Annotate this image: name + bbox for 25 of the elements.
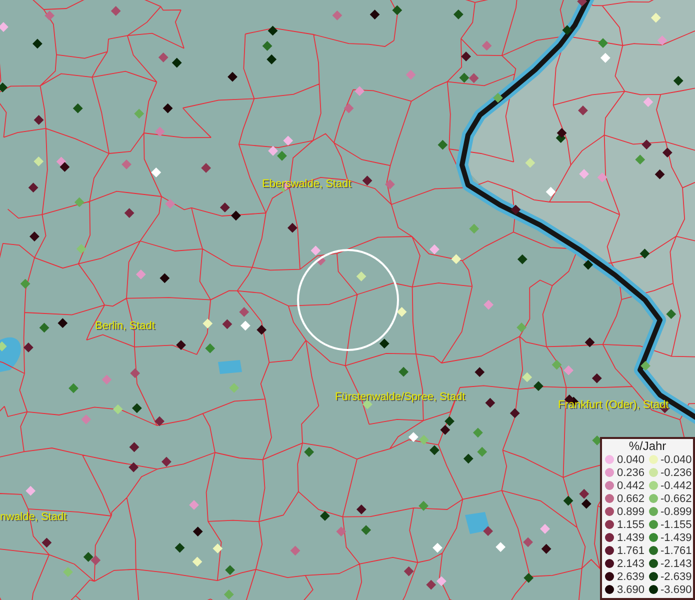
legend-value: 0.236: [617, 466, 645, 478]
legend-value: -1.439: [660, 532, 692, 544]
legend-title: %/Jahr: [628, 439, 668, 453]
legend-value: -2.639: [660, 570, 692, 582]
legend-value: 3.690: [617, 584, 645, 596]
legend-value: 0.662: [617, 492, 645, 504]
map-drawing[interactable]: [0, 0, 695, 600]
legend-value: 2.143: [617, 558, 645, 570]
legend-value: -0.040: [660, 454, 692, 466]
legend-value: 0.442: [617, 480, 645, 492]
legend-value: -0.899: [660, 506, 692, 518]
legend-value: 0.040: [617, 454, 645, 466]
legend-value: 0.899: [617, 506, 645, 518]
legend-value: -3.690: [660, 584, 692, 596]
legend-value: 2.639: [617, 570, 645, 582]
legend-value: -1.155: [660, 518, 692, 530]
legend-value: 1.761: [617, 544, 645, 556]
legend-value: 1.439: [617, 532, 645, 544]
legend-value: -0.442: [660, 480, 692, 492]
legend-value: -0.662: [660, 492, 692, 504]
legend-value: -1.761: [660, 544, 692, 556]
legend-value: -2.143: [660, 558, 692, 570]
selection-circle-icon: [296, 248, 400, 352]
legend-value: 1.155: [617, 518, 645, 530]
legend-value: -0.236: [660, 466, 692, 478]
